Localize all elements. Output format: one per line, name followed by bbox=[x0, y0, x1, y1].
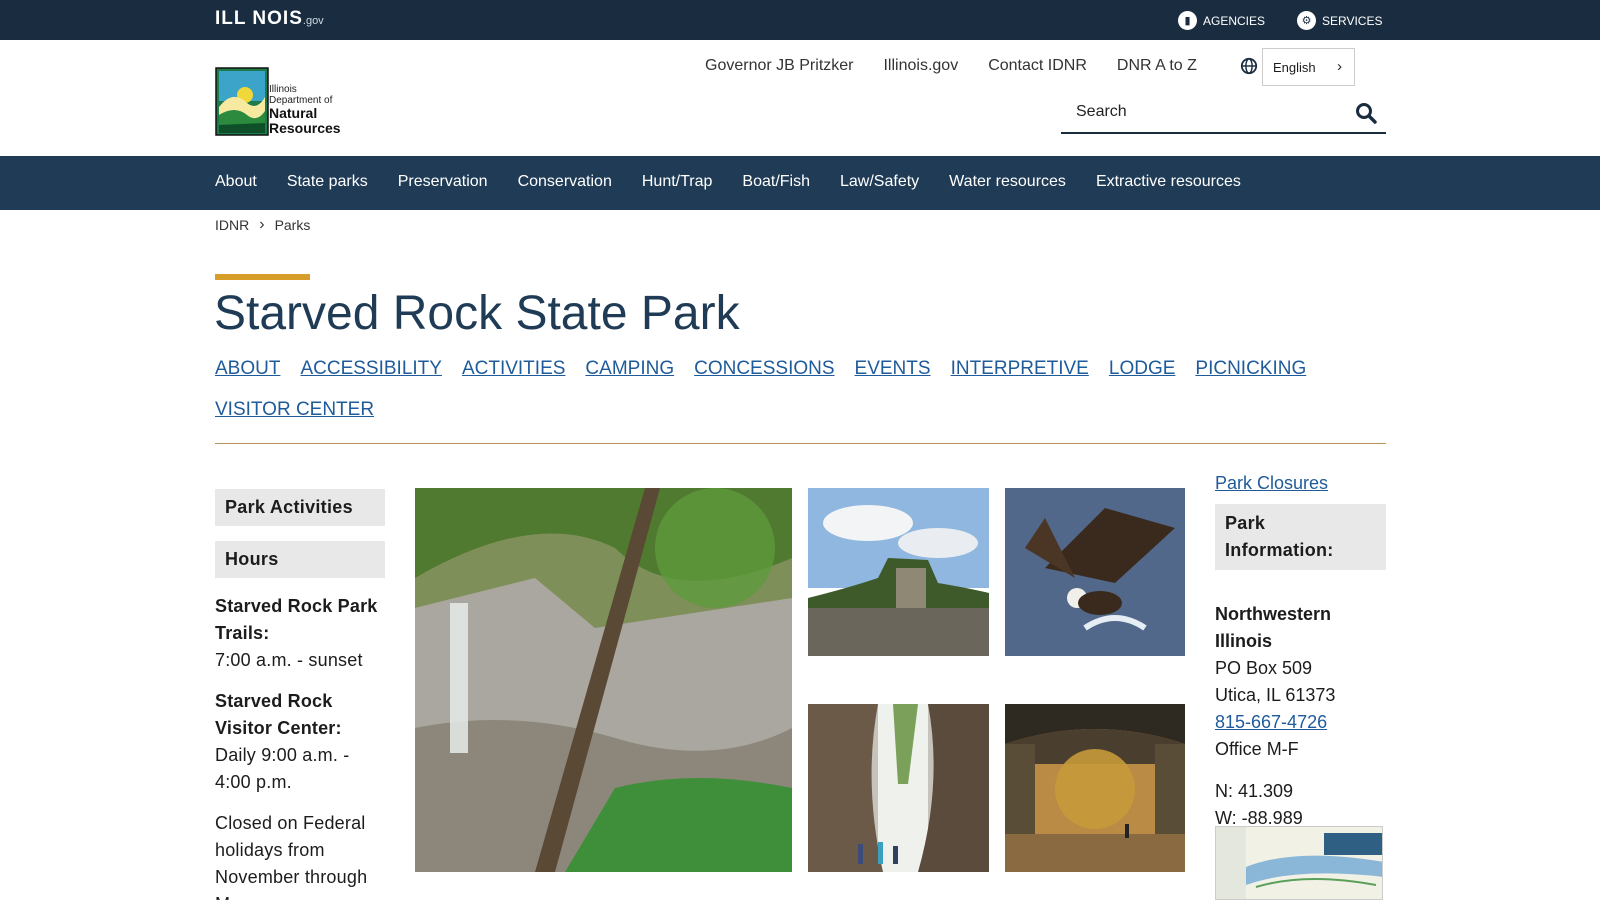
subnav-accessibility[interactable]: ACCESSIBILITY bbox=[300, 358, 442, 380]
chevron-right-icon: › bbox=[259, 216, 265, 233]
po-box: PO Box 509 bbox=[1215, 658, 1313, 678]
breadcrumb-parks[interactable]: Parks bbox=[275, 217, 311, 233]
language-label: English bbox=[1273, 59, 1316, 75]
language-selector[interactable]: English › bbox=[1262, 48, 1355, 86]
canyon-hikers-photo[interactable] bbox=[808, 704, 989, 872]
nav-item-law-safety[interactable]: Law/Safety bbox=[840, 173, 919, 191]
util-link-illinois-gov[interactable]: Illinois.gov bbox=[883, 57, 958, 75]
search-icon[interactable] bbox=[1354, 101, 1378, 125]
nav-item-preservation[interactable]: Preservation bbox=[398, 173, 488, 191]
breadcrumb: IDNR › Parks bbox=[215, 216, 310, 234]
latitude: N: 41.309 bbox=[1215, 781, 1294, 801]
utility-links: Governor JB Pritzker Illinois.gov Contac… bbox=[705, 57, 1197, 75]
trails-label: Starved Rock Park Trails: bbox=[215, 596, 378, 643]
subnav-events[interactable]: EVENTS bbox=[855, 358, 931, 380]
nav-item-state-parks[interactable]: State parks bbox=[287, 173, 368, 191]
visitor-center-label: Starved Rock Visitor Center: bbox=[215, 691, 342, 738]
office-hours: Office M-F bbox=[1215, 739, 1299, 759]
services-link[interactable]: ⚙ SERVICES bbox=[1297, 11, 1382, 30]
visitor-center-hours: Daily 9:00 a.m. - 4:00 p.m. bbox=[215, 745, 350, 792]
top-bar: ILL NOIS.gov ▮ AGENCIES ⚙ SERVICES bbox=[0, 0, 1600, 40]
nav-item-extractive-resources[interactable]: Extractive resources bbox=[1096, 173, 1241, 191]
nav-item-conservation[interactable]: Conservation bbox=[518, 173, 612, 191]
trail-map-thumbnail[interactable] bbox=[1215, 826, 1383, 900]
services-label: SERVICES bbox=[1322, 13, 1383, 28]
main-navigation: About State parks Preservation Conservat… bbox=[0, 156, 1600, 210]
section-divider bbox=[215, 443, 1386, 444]
util-link-contact[interactable]: Contact IDNR bbox=[988, 57, 1087, 75]
logo-line-illinois: Illinois bbox=[269, 84, 297, 95]
nav-item-water-resources[interactable]: Water resources bbox=[949, 173, 1066, 191]
idnr-logo[interactable]: Illinois Department of Natural Resources bbox=[215, 67, 345, 137]
closed-note: Closed on Federal holidays from November… bbox=[215, 813, 368, 900]
illinois-gov-logo[interactable]: ILL NOIS.gov bbox=[215, 8, 324, 30]
park-subnav: ABOUT ACCESSIBILITY ACTIVITIES CAMPING C… bbox=[215, 358, 1385, 421]
util-link-governor[interactable]: Governor JB Pritzker bbox=[705, 57, 853, 75]
agencies-link[interactable]: ▮ AGENCIES bbox=[1178, 11, 1265, 30]
subnav-camping[interactable]: CAMPING bbox=[585, 358, 674, 380]
chevron-right-icon: › bbox=[1337, 58, 1342, 75]
park-activities-heading[interactable]: Park Activities bbox=[215, 489, 385, 526]
trails-hours: 7:00 a.m. - sunset bbox=[215, 650, 363, 670]
search-input[interactable] bbox=[1061, 96, 1341, 128]
park-closures-link[interactable]: Park Closures bbox=[1215, 473, 1328, 493]
waterfall-tree-photo[interactable] bbox=[415, 488, 792, 872]
globe-icon bbox=[1240, 57, 1258, 75]
right-sidebar: Park Closures Park Information: Northwes… bbox=[1215, 473, 1386, 832]
left-sidebar: Park Activities Hours Starved Rock Park … bbox=[215, 489, 385, 900]
agencies-label: AGENCIES bbox=[1203, 13, 1266, 28]
subnav-lodge[interactable]: LODGE bbox=[1109, 358, 1176, 380]
starved-rock-bluff-photo[interactable] bbox=[808, 488, 989, 656]
nav-item-about[interactable]: About bbox=[215, 173, 257, 191]
breadcrumb-idnr[interactable]: IDNR bbox=[215, 217, 249, 233]
region-label: Northwestern Illinois bbox=[1215, 604, 1332, 651]
autumn-canyon-photo[interactable] bbox=[1005, 704, 1185, 872]
search-bar bbox=[1061, 96, 1386, 134]
logo-line-resources: Resources bbox=[269, 119, 341, 136]
hours-heading[interactable]: Hours bbox=[215, 541, 385, 578]
bald-eagle-photo[interactable] bbox=[1005, 488, 1185, 656]
illinois-logo-text: ILL NOIS bbox=[215, 8, 303, 29]
subnav-interpretive[interactable]: INTERPRETIVE bbox=[951, 358, 1089, 380]
subnav-picnicking[interactable]: PICNICKING bbox=[1195, 358, 1306, 380]
util-link-a-to-z[interactable]: DNR A to Z bbox=[1117, 57, 1197, 75]
page-title: Starved Rock State Park bbox=[214, 287, 740, 340]
idnr-logo-mark bbox=[215, 67, 269, 136]
phone-link[interactable]: 815-667-4726 bbox=[1215, 712, 1327, 732]
nav-item-hunt-trap[interactable]: Hunt/Trap bbox=[642, 173, 713, 191]
nav-item-boat-fish[interactable]: Boat/Fish bbox=[742, 173, 810, 191]
subnav-activities[interactable]: ACTIVITIES bbox=[462, 358, 565, 380]
subnav-visitor-center[interactable]: VISITOR CENTER bbox=[215, 399, 374, 421]
park-information-heading: Park Information: bbox=[1215, 504, 1386, 570]
illinois-logo-suffix: .gov bbox=[302, 15, 324, 27]
gears-icon: ⚙ bbox=[1297, 11, 1316, 30]
title-accent-bar bbox=[215, 274, 310, 280]
subnav-concessions[interactable]: CONCESSIONS bbox=[694, 358, 834, 380]
subnav-about[interactable]: ABOUT bbox=[215, 358, 280, 380]
building-icon: ▮ bbox=[1178, 11, 1197, 30]
logo-line-natural: Natural bbox=[269, 105, 318, 121]
city-state-zip: Utica, IL 61373 bbox=[1215, 685, 1336, 705]
